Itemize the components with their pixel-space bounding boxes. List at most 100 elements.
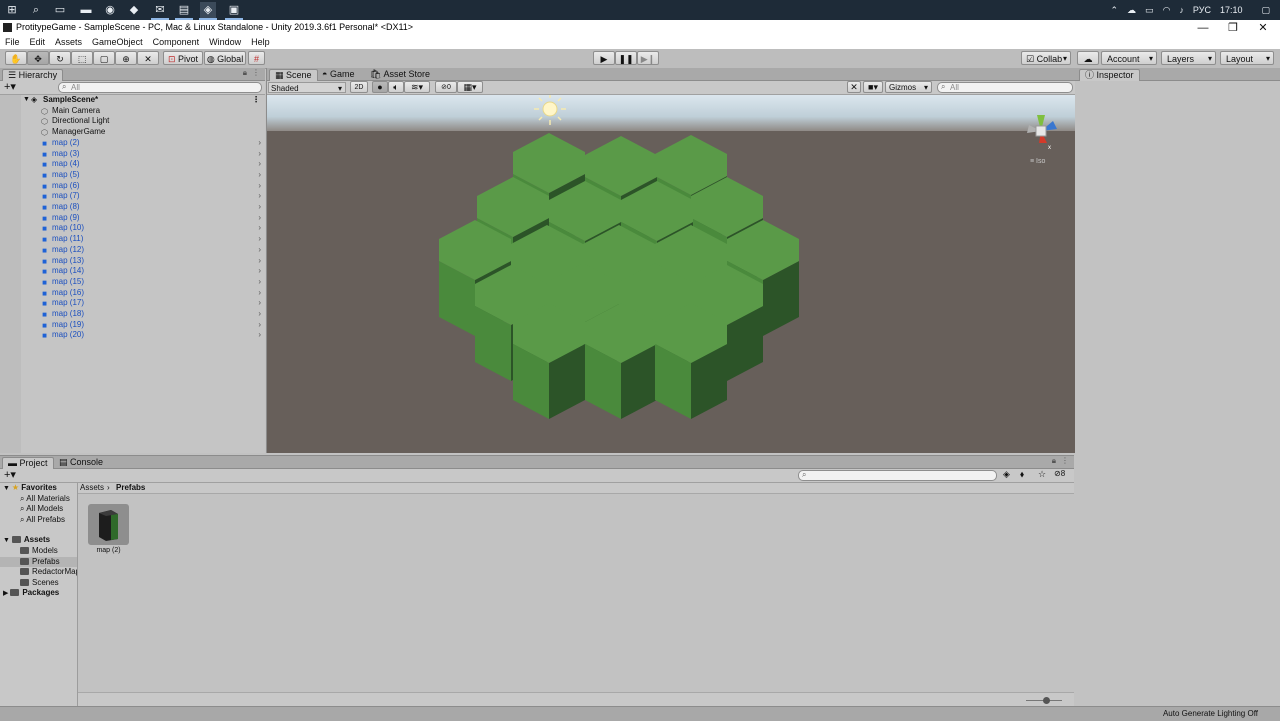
orientation-gizmo[interactable]: x <box>1017 107 1065 155</box>
app-icon[interactable]: ▤ <box>176 2 192 18</box>
favorite-all-models[interactable]: ⌕ All Models <box>20 504 63 514</box>
scene-menu-icon[interactable]: ⋮ <box>252 95 260 106</box>
windows-start-icon[interactable]: ⊞ <box>4 2 20 18</box>
open-prefab-chevron-icon[interactable]: › <box>258 202 261 213</box>
create-add-icon[interactable]: +▾ <box>4 81 16 93</box>
filter-by-type-icon[interactable]: ◈ <box>1003 469 1010 480</box>
scale-tool-icon[interactable]: ⬚ <box>71 51 93 65</box>
open-prefab-chevron-icon[interactable]: › <box>258 277 261 288</box>
scene-search-input[interactable]: All <box>937 82 1073 93</box>
open-prefab-chevron-icon[interactable]: › <box>258 149 261 160</box>
taskbar-search-icon[interactable]: ⌕ <box>28 2 44 18</box>
open-prefab-chevron-icon[interactable]: › <box>258 256 261 267</box>
lock-icon[interactable]: 🔒︎ <box>1052 456 1056 466</box>
hierarchy-prefab-row[interactable]: ■ map (14) › <box>0 266 265 277</box>
effects-dropdown-icon[interactable]: ≋▾ <box>404 81 430 93</box>
unity-taskbar-icon[interactable]: ◈ <box>200 2 216 18</box>
app-icon[interactable]: ▣ <box>226 2 242 18</box>
projection-label[interactable]: ≡ Iso <box>1030 158 1045 165</box>
hierarchy-prefab-row[interactable]: ■ map (18) › <box>0 309 265 320</box>
hex-tile[interactable] <box>655 303 727 419</box>
hierarchy-prefab-row[interactable]: ■ map (2) › <box>0 138 265 149</box>
open-prefab-chevron-icon[interactable]: › <box>258 288 261 299</box>
icon-size-slider-handle[interactable] <box>1043 697 1050 704</box>
hierarchy-prefab-row[interactable]: ■ map (8) › <box>0 202 265 213</box>
hierarchy-prefab-row[interactable]: ■ map (15) › <box>0 277 265 288</box>
rotate-tool-icon[interactable]: ↻ <box>49 51 71 65</box>
hex-tile[interactable] <box>585 303 657 419</box>
scene-viewport[interactable]: x ≡ Iso <box>267 95 1075 453</box>
wifi-icon[interactable]: ◠ <box>1163 5 1171 16</box>
snap-grid-icon[interactable]: # <box>248 51 265 65</box>
tab-inspector[interactable]: ⓘ Inspector <box>1079 69 1140 81</box>
chevron-up-icon[interactable]: ⌃ <box>1111 5 1119 16</box>
hand-tool-icon[interactable]: ✋ <box>5 51 27 65</box>
hierarchy-gameobject-row[interactable]: ⬡ Main Camera <box>0 106 265 117</box>
hierarchy-prefab-row[interactable]: ■ map (5) › <box>0 170 265 181</box>
hierarchy-prefab-row[interactable]: ■ map (9) › <box>0 213 265 224</box>
folder-prefabs[interactable]: Prefabs <box>0 556 77 567</box>
open-prefab-chevron-icon[interactable]: › <box>258 138 261 149</box>
open-prefab-chevron-icon[interactable]: › <box>258 266 261 277</box>
cloud-services-icon[interactable]: ☁ <box>1077 51 1099 65</box>
maximize-icon[interactable]: ❐ <box>1218 20 1248 36</box>
tab-project[interactable]: ▬ Project <box>2 457 54 469</box>
lighting-status[interactable]: Auto Generate Lighting Off <box>1163 709 1258 718</box>
pivot-toggle[interactable]: ⊡ Pivot <box>163 51 203 65</box>
transform-tool-icon[interactable]: ⊕ <box>115 51 137 65</box>
menu-edit[interactable]: Edit <box>25 36 51 49</box>
folder-scenes[interactable]: Scenes <box>20 578 59 588</box>
layout-dropdown[interactable]: Layout <box>1220 51 1274 66</box>
directional-light-sun-icon[interactable] <box>530 95 570 129</box>
shading-mode-dropdown[interactable]: Shaded ▾ <box>268 82 346 93</box>
volume-icon[interactable]: ♪ <box>1179 5 1184 15</box>
menu-file[interactable]: File <box>0 36 25 49</box>
lighting-toggle-icon[interactable]: ● <box>372 81 388 93</box>
menu-help[interactable]: Help <box>246 36 275 49</box>
open-prefab-chevron-icon[interactable]: › <box>258 309 261 320</box>
battery-icon[interactable]: ▭ <box>1145 5 1154 16</box>
hex-tile[interactable] <box>513 303 585 419</box>
clock[interactable]: 17:10 <box>1220 5 1243 15</box>
chrome-icon[interactable]: ◉ <box>102 2 118 18</box>
open-prefab-chevron-icon[interactable]: › <box>258 330 261 341</box>
filter-by-label-icon[interactable]: ⬧ <box>1020 469 1024 480</box>
tab-console[interactable]: ▤ Console <box>54 457 108 468</box>
camera-dropdown-icon[interactable]: ■▾ <box>863 81 883 93</box>
project-search-input[interactable] <box>798 470 997 481</box>
open-prefab-chevron-icon[interactable]: › <box>258 170 261 181</box>
open-prefab-chevron-icon[interactable]: › <box>258 223 261 234</box>
app-icon[interactable]: ◆ <box>126 2 142 18</box>
audio-toggle-icon[interactable]: 🔈︎ <box>388 81 404 93</box>
hierarchy-gameobject-row[interactable]: ⬡ ManagerGame <box>0 127 265 138</box>
layers-dropdown[interactable]: Layers <box>1161 51 1216 66</box>
app-icon[interactable]: ✉ <box>152 2 168 18</box>
open-prefab-chevron-icon[interactable]: › <box>258 181 261 192</box>
hierarchy-prefab-row[interactable]: ■ map (3) › <box>0 149 265 160</box>
task-view-icon[interactable]: ▭ <box>52 2 68 18</box>
minimize-icon[interactable]: — <box>1188 20 1218 36</box>
close-icon[interactable]: ✕ <box>1248 20 1278 36</box>
rect-tool-icon[interactable]: ▢ <box>93 51 115 65</box>
collab-dropdown[interactable]: ☑ Collab <box>1021 51 1071 66</box>
prefab-asset-label[interactable]: map (2) <box>88 547 129 554</box>
hierarchy-prefab-row[interactable]: ■ map (17) › <box>0 298 265 309</box>
hierarchy-prefab-row[interactable]: ■ map (16) › <box>0 288 265 299</box>
panel-menu-icon[interactable]: ⋮ <box>1061 456 1069 465</box>
custom-tool-icon[interactable]: ✕ <box>137 51 159 65</box>
scene-root-row[interactable]: ▼ ◈ SampleScene* ⋮ <box>0 95 265 106</box>
open-prefab-chevron-icon[interactable]: › <box>258 245 261 256</box>
menu-component[interactable]: Component <box>148 36 205 49</box>
favorite-all-prefabs[interactable]: ⌕ All Prefabs <box>20 515 65 525</box>
open-prefab-chevron-icon[interactable]: › <box>258 159 261 170</box>
hidden-packages-toggle[interactable]: ⊘8 <box>1054 469 1065 478</box>
hierarchy-prefab-row[interactable]: ■ map (19) › <box>0 320 265 331</box>
file-explorer-icon[interactable]: ▬ <box>78 2 94 18</box>
tab-game[interactable]: ◓ Game <box>317 69 359 80</box>
prefab-asset-thumbnail[interactable] <box>88 504 129 545</box>
breadcrumb-assets[interactable]: Assets <box>80 483 104 493</box>
tools-icon[interactable]: ✕ <box>847 81 861 93</box>
hex-tile-grid[interactable] <box>267 95 1075 453</box>
play-button[interactable]: ▶ <box>593 51 615 65</box>
account-dropdown[interactable]: Account <box>1101 51 1157 66</box>
